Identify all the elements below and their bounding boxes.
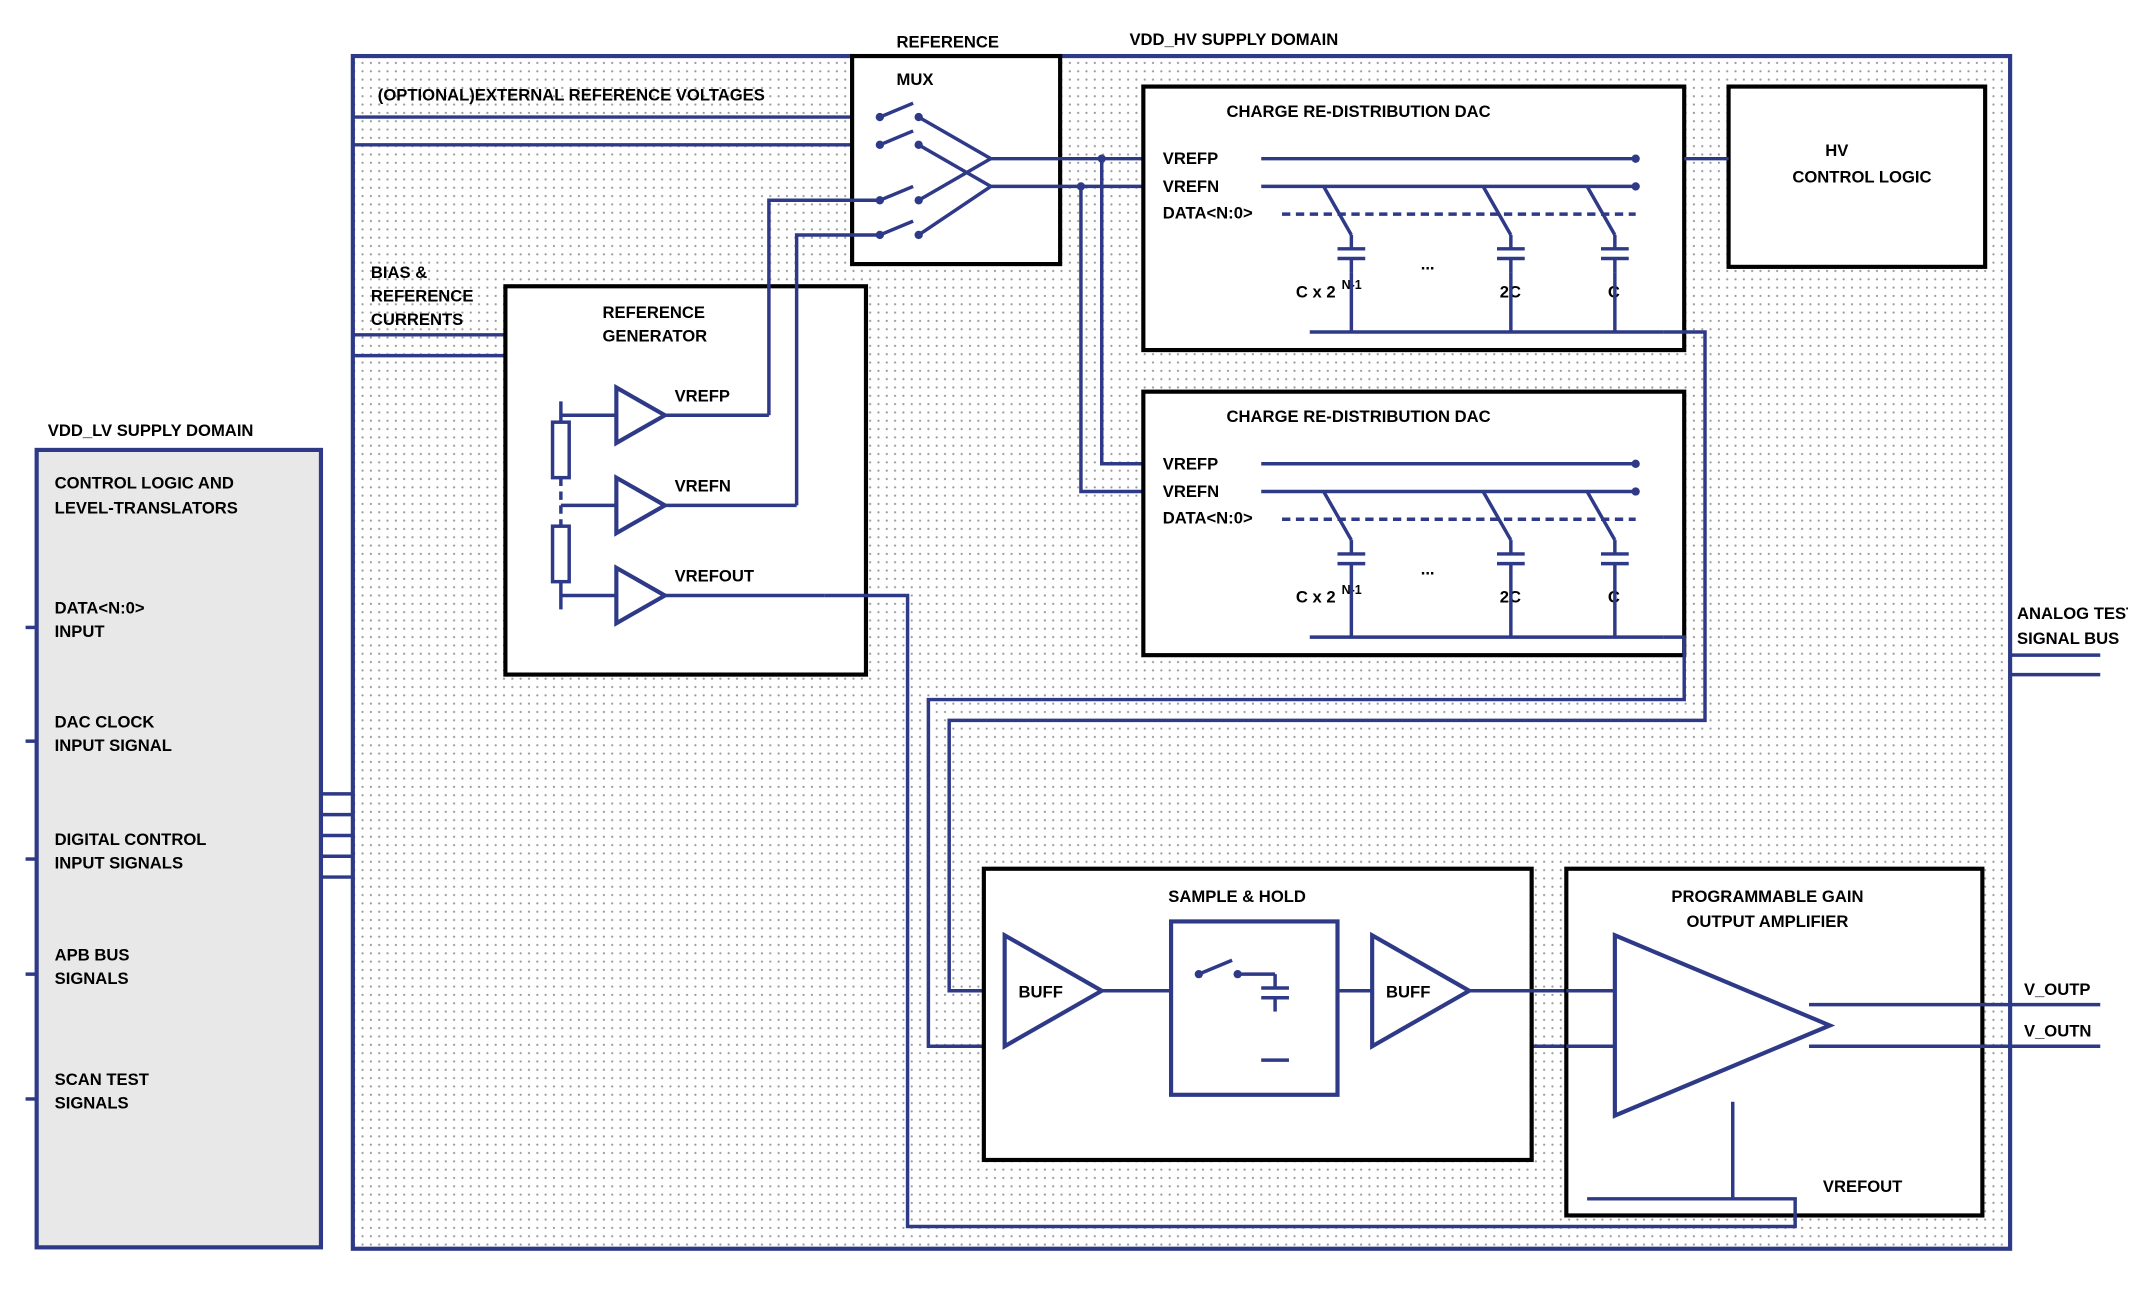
svg-text:SCAN TEST: SCAN TEST — [55, 1070, 149, 1089]
svg-text:VREFN: VREFN — [1163, 177, 1219, 196]
pga-label-2: OUTPUT AMPLIFIER — [1686, 912, 1848, 931]
ref-gen-label-1: REFERENCE — [602, 303, 705, 322]
svg-text:...: ... — [1421, 560, 1435, 579]
lv-domain-title: VDD_LV SUPPLY DOMAIN — [48, 421, 254, 440]
dac-block-1: CHARGE RE-DISTRIBUTION DAC VREFP VREFN D… — [1143, 87, 1684, 350]
svg-text:INPUT: INPUT — [55, 622, 105, 641]
sh-buff-in-label: BUFF — [1019, 983, 1063, 1002]
refgen-vrefn: VREFN — [675, 477, 731, 496]
svg-text:CHARGE RE-DISTRIBUTION DAC: CHARGE RE-DISTRIBUTION DAC — [1227, 102, 1491, 121]
voutp-label: V_OUTP — [2024, 980, 2091, 999]
lv-header-line1: CONTROL LOGIC AND — [55, 474, 234, 493]
ref-mux-label-2: MUX — [896, 70, 933, 89]
svg-text:VREFN: VREFN — [1163, 482, 1219, 501]
svg-text:DAC CLOCK: DAC CLOCK — [55, 712, 155, 731]
svg-text:INPUT SIGNAL: INPUT SIGNAL — [55, 736, 172, 755]
ref-mux-label-1: REFERENCE — [896, 33, 999, 52]
pga-label-1: PROGRAMMABLE GAIN — [1671, 887, 1863, 906]
bias-label-3: CURRENTS — [371, 310, 463, 329]
svg-text:C x 2: C x 2 — [1296, 282, 1336, 301]
lv-header-line2: LEVEL-TRANSLATORS — [55, 499, 238, 518]
hv-ctrl-label-2: CONTROL LOGIC — [1792, 167, 1931, 186]
svg-text:VREFP: VREFP — [1163, 149, 1218, 168]
refgen-vrefp: VREFP — [675, 386, 730, 405]
analog-test-label-1: ANALOG TEST — [2017, 604, 2128, 623]
pga-vrefout-label: VREFOUT — [1823, 1177, 1902, 1196]
svg-text:VREFP: VREFP — [1163, 454, 1218, 473]
analog-test-label-2: SIGNAL BUS — [2017, 629, 2119, 648]
dac-block-2: CHARGE RE-DISTRIBUTION DAC VREFP VREFN D… — [1143, 392, 1684, 655]
svg-text:DIGITAL CONTROL: DIGITAL CONTROL — [55, 830, 207, 849]
svg-text:DATA<N:0>: DATA<N:0> — [1163, 508, 1253, 527]
svg-text:INPUT SIGNALS: INPUT SIGNALS — [55, 854, 183, 873]
sh-label: SAMPLE & HOLD — [1168, 887, 1306, 906]
block-diagram: VDD_HV SUPPLY DOMAIN VDD_LV SUPPLY DOMAI… — [20, 20, 2128, 1282]
hv-domain-title: VDD_HV SUPPLY DOMAIN — [1129, 30, 1338, 49]
hv-ctrl-label-1: HV — [1825, 141, 1848, 160]
voutn-label: V_OUTN — [2024, 1022, 2091, 1041]
refgen-vrefout: VREFOUT — [675, 567, 754, 586]
sh-sc-box — [1171, 921, 1337, 1094]
lv-hv-bus — [321, 794, 353, 877]
svg-text:APB BUS: APB BUS — [55, 945, 130, 964]
bias-label-1: BIAS & — [371, 263, 427, 282]
ref-gen-label-2: GENERATOR — [602, 327, 707, 346]
svg-text:SIGNALS: SIGNALS — [55, 969, 129, 988]
svg-text:SIGNALS: SIGNALS — [55, 1094, 129, 1113]
bias-label-2: REFERENCE — [371, 287, 474, 306]
svg-text:C x 2: C x 2 — [1296, 587, 1336, 606]
sh-buff-out-label: BUFF — [1386, 983, 1430, 1002]
svg-text:...: ... — [1421, 255, 1435, 274]
ext-ref-label: (OPTIONAL)EXTERNAL REFERENCE VOLTAGES — [378, 85, 765, 104]
svg-text:DATA<N:0>: DATA<N:0> — [1163, 203, 1253, 222]
svg-text:DATA<N:0>: DATA<N:0> — [55, 599, 145, 618]
svg-text:CHARGE RE-DISTRIBUTION DAC: CHARGE RE-DISTRIBUTION DAC — [1227, 407, 1491, 426]
